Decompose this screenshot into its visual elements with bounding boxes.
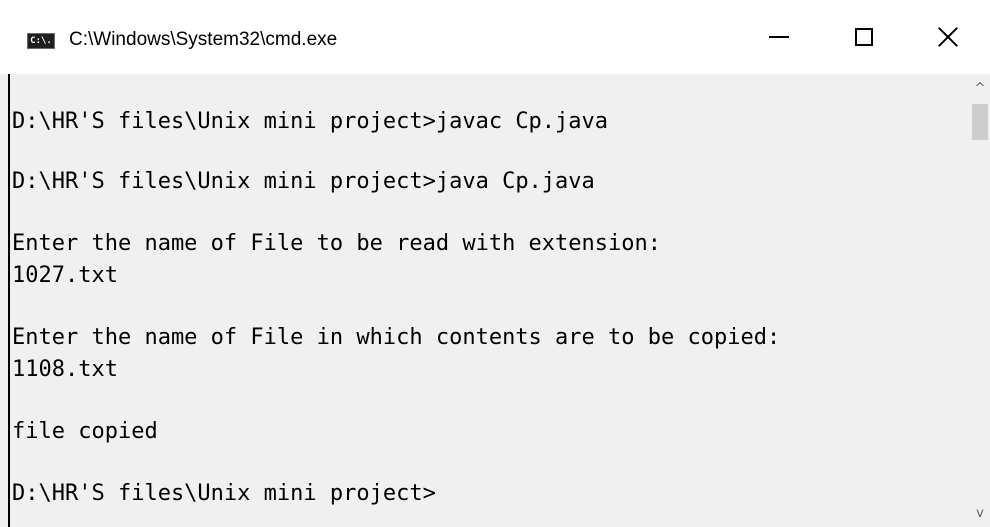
text-cursor-bar [8, 74, 10, 527]
console-line: file copied [12, 419, 158, 444]
close-button[interactable] [905, 0, 990, 74]
console-line: 1027.txt [12, 263, 118, 288]
console-line: Enter the name of File to be read with e… [12, 231, 662, 256]
minimize-button[interactable] [736, 0, 821, 74]
scrollbar-thumb[interactable] [972, 104, 988, 140]
vertical-scrollbar[interactable]: ^ v [970, 74, 990, 527]
window-title: C:\Windows\System32\cmd.exe [69, 29, 338, 50]
scroll-up-arrow-icon[interactable]: ^ [970, 78, 990, 98]
title-bar[interactable]: C:\. C:\Windows\System32\cmd.exe [0, 0, 990, 74]
console-line: D:\HR'S files\Unix mini project>java Cp.… [12, 169, 595, 194]
scroll-down-arrow-icon[interactable]: v [970, 503, 990, 523]
cmd-window: C:\. C:\Windows\System32\cmd.exe D:\HR'S… [0, 0, 990, 527]
console-prompt-line: D:\HR'S files\Unix mini project> [12, 481, 436, 506]
console-line: 1108.txt [12, 357, 118, 382]
minimize-icon [768, 36, 789, 38]
console-line: D:\HR'S files\Unix mini project>javac Cp… [12, 109, 609, 134]
console-output[interactable]: D:\HR'S files\Unix mini project>javac Cp… [0, 74, 970, 527]
close-icon [937, 26, 959, 48]
maximize-icon [854, 28, 873, 46]
cmd-icon: C:\. [27, 33, 55, 49]
maximize-button[interactable] [821, 0, 906, 74]
console-line: Enter the name of File in which contents… [12, 325, 781, 350]
